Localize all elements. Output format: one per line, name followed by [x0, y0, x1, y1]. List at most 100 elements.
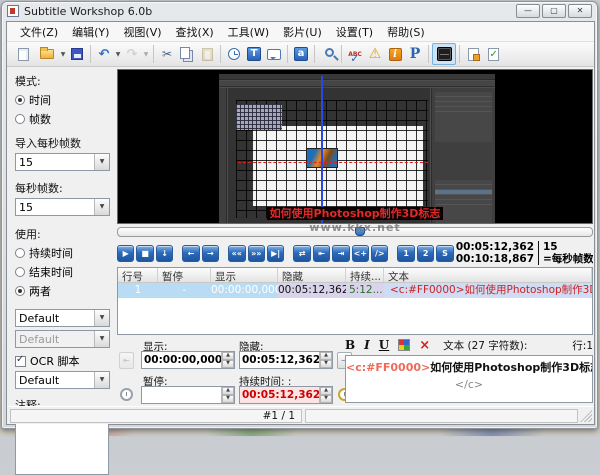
move-subtitle-start-button[interactable]: ⇤	[313, 245, 330, 262]
show-time-value[interactable]: 00:00:00,000	[142, 352, 221, 368]
set-start-time-button[interactable]: <+	[352, 245, 369, 262]
input-fps-select[interactable]: 15 ▼	[15, 153, 110, 171]
col-show[interactable]: 显示	[211, 268, 278, 282]
hide-time-value[interactable]: 00:05:12,362	[240, 352, 319, 368]
col-text[interactable]: 文本	[384, 268, 592, 282]
duration-time-spinner[interactable]: 00:05:12,362 ▲▼	[239, 386, 333, 404]
script-edit-button[interactable]	[463, 43, 483, 65]
color-palette-icon[interactable]	[398, 339, 410, 351]
spin-down-icon[interactable]: ▼	[320, 395, 332, 403]
chevron-down-icon[interactable]: ▼	[94, 199, 109, 215]
title-bar[interactable]: Subtitle Workshop 6.0b — ▢ ✕	[2, 2, 597, 20]
chevron-down-icon[interactable]: ▼	[94, 372, 109, 388]
col-pause[interactable]: 暂停	[158, 268, 211, 282]
menu-movie[interactable]: 影片(U)	[276, 22, 329, 42]
ocr-scripts-checkbox[interactable]: OCR 脚本	[15, 353, 110, 369]
menu-edit[interactable]: 编辑(Y)	[65, 22, 116, 42]
mode-frames-option[interactable]: 帧数	[15, 111, 110, 127]
stop-button[interactable]: ■	[136, 245, 153, 262]
clear-format-button[interactable]: ×	[419, 338, 430, 353]
undo-button[interactable]: ↶	[94, 43, 114, 65]
text-tools-button[interactable]: T	[244, 43, 264, 65]
ocr-script-select[interactable]: Default ▼	[15, 371, 110, 389]
menu-settings[interactable]: 设置(T)	[329, 22, 380, 42]
sync-point-2-button[interactable]: 2	[417, 245, 434, 262]
pause-time-value[interactable]	[142, 387, 221, 403]
forward-button[interactable]: »»	[248, 245, 265, 262]
open-dropdown-caret-icon[interactable]: ▼	[59, 51, 67, 58]
move-subtitle-end-button[interactable]: ⇥	[332, 245, 349, 262]
resize-grip[interactable]	[580, 410, 592, 422]
italic-button[interactable]: I	[364, 338, 370, 352]
duration-time-value[interactable]: 00:05:12,362	[240, 387, 319, 403]
work-duration-option[interactable]: 持续时间	[15, 245, 110, 261]
chevron-down-icon[interactable]: ▼	[94, 154, 109, 170]
redo-dropdown-caret-icon[interactable]: ▼	[142, 51, 150, 58]
charset-primary-select[interactable]: Default ▼	[15, 309, 110, 327]
subtitle-text-input[interactable]: <c:#FF0000>如何使用Photoshop制作3D标志 </c>	[345, 355, 593, 403]
pause-clock-icon[interactable]	[120, 388, 133, 401]
minimize-button[interactable]: —	[516, 4, 540, 18]
menu-search[interactable]: 查找(X)	[169, 22, 221, 42]
notes-textarea[interactable]	[15, 415, 109, 475]
underline-button[interactable]: U	[379, 338, 389, 352]
bold-button[interactable]: B	[345, 338, 355, 352]
close-button[interactable]: ✕	[568, 4, 592, 18]
toggle-scroll-button[interactable]: ↓	[156, 245, 173, 262]
paste-button[interactable]	[197, 43, 217, 65]
pascal-script-button[interactable]: P	[405, 43, 425, 65]
next-subtitle-button[interactable]: →	[202, 245, 219, 262]
new-file-button[interactable]	[11, 43, 35, 65]
col-line-number[interactable]: 行号	[118, 268, 158, 282]
information-button[interactable]: i	[385, 43, 405, 65]
menu-view[interactable]: 视图(V)	[116, 22, 168, 42]
rewind-button[interactable]: ««	[228, 245, 245, 262]
hide-time-spinner[interactable]: 00:05:12,362 ▲▼	[239, 351, 333, 369]
spin-up-icon[interactable]: ▲	[222, 387, 234, 395]
spell-check-button[interactable]: ABC	[345, 43, 365, 65]
time-tools-button[interactable]	[224, 43, 244, 65]
comment-button[interactable]	[264, 43, 284, 65]
sync-point-1-button[interactable]: 1	[397, 245, 414, 262]
col-duration[interactable]: 持续...	[346, 268, 384, 282]
show-time-spinner[interactable]: 00:00:00,000 ▲▼	[141, 351, 235, 369]
prev-subtitle-button[interactable]: ←	[182, 245, 199, 262]
video-preview-toggle[interactable]	[432, 43, 456, 65]
pause-time-spinner[interactable]: ▲▼	[141, 386, 235, 404]
spin-up-icon[interactable]: ▲	[222, 352, 234, 360]
work-both-option[interactable]: 两者	[15, 283, 110, 299]
video-seekbar[interactable]	[117, 227, 593, 237]
menu-file[interactable]: 文件(Z)	[13, 22, 65, 42]
col-hide[interactable]: 隐藏	[278, 268, 346, 282]
save-button[interactable]	[67, 43, 87, 65]
play-button[interactable]: ▶	[117, 245, 134, 262]
cut-button[interactable]: ✂	[157, 43, 177, 65]
search-button[interactable]	[318, 43, 338, 65]
work-endtime-option[interactable]: 结束时间	[15, 264, 110, 280]
menu-tools[interactable]: 工具(W)	[221, 22, 276, 42]
redo-button[interactable]: ↷	[122, 43, 142, 65]
script-check-button[interactable]	[483, 43, 503, 65]
open-file-button[interactable]	[35, 43, 59, 65]
spin-up-icon[interactable]: ▲	[320, 352, 332, 360]
fps-select[interactable]: 15 ▼	[15, 198, 110, 216]
error-check-button[interactable]: ⚠	[365, 43, 385, 65]
spin-down-icon[interactable]: ▼	[222, 360, 234, 368]
copy-button[interactable]	[177, 43, 197, 65]
mode-time-option[interactable]: 时间	[15, 92, 110, 108]
jump-prev-button[interactable]: ⇤	[119, 352, 134, 369]
playback-rate-button[interactable]: ▶|	[267, 245, 284, 262]
table-row[interactable]: 1 - 00:00:00,000 00:05:12,362 5:12... <c…	[118, 283, 592, 298]
repeat-button[interactable]: ⇄	[293, 245, 310, 262]
spin-down-icon[interactable]: ▼	[222, 395, 234, 403]
maximize-button[interactable]: ▢	[542, 4, 566, 18]
sync-add-button[interactable]: S	[436, 245, 453, 262]
set-end-time-button[interactable]: />	[371, 245, 388, 262]
menu-help[interactable]: 帮助(S)	[380, 22, 432, 42]
chevron-down-icon[interactable]: ▼	[94, 310, 109, 326]
spin-down-icon[interactable]: ▼	[320, 360, 332, 368]
spin-up-icon[interactable]: ▲	[320, 387, 332, 395]
undo-dropdown-caret-icon[interactable]: ▼	[114, 51, 122, 58]
translate-button[interactable]: a	[291, 43, 311, 65]
seekbar-thumb[interactable]	[355, 227, 365, 236]
